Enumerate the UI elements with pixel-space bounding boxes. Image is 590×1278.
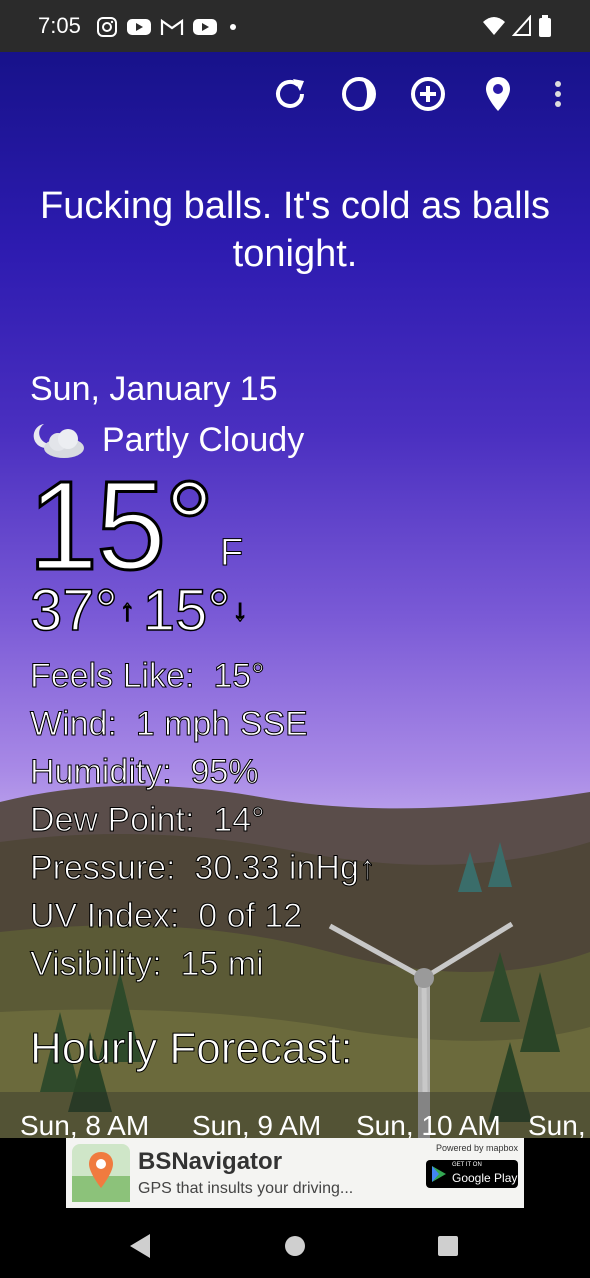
hour-item[interactable]: Sun, 9 AM xyxy=(192,1110,321,1138)
home-icon xyxy=(285,1236,305,1256)
detail-label: Pressure: xyxy=(30,849,176,888)
recents-icon xyxy=(438,1236,458,1256)
refresh-icon xyxy=(276,79,304,108)
current-date: Sun, January 15 xyxy=(30,370,278,408)
detail-label: Dew Point: xyxy=(29,801,195,840)
google-play-icon xyxy=(432,1166,446,1182)
google-play-badge[interactable]: GET IT ON Google Play xyxy=(426,1160,518,1188)
navigation-bar xyxy=(0,1212,590,1278)
detail-label: Wind: xyxy=(30,705,118,744)
moon-phase-button[interactable] xyxy=(339,72,379,116)
detail-value: 0 of 12 xyxy=(198,897,303,936)
back-button[interactable] xyxy=(124,1230,156,1262)
low-arrow-icon: ↓ xyxy=(232,593,249,628)
signal-icon xyxy=(512,15,531,36)
system-icons xyxy=(482,14,552,38)
recents-button[interactable] xyxy=(432,1230,464,1262)
detail-label: Humidity: xyxy=(30,753,173,792)
detail-value: 95% xyxy=(190,753,259,792)
high-low: 37° ↑ 15° ↓ xyxy=(29,578,255,643)
hour-item[interactable]: Sun, 10 AM xyxy=(356,1110,501,1138)
hourly-forecast-strip[interactable]: Sun, 8 AM Sun, 9 AM Sun, 10 AM Sun, xyxy=(0,1092,590,1138)
hour-item[interactable]: Sun, xyxy=(528,1110,586,1138)
ad-banner[interactable]: BSNavigator GPS that insults your drivin… xyxy=(66,1138,524,1208)
youtube-icon xyxy=(193,19,217,35)
ad-subtitle: GPS that insults your driving... xyxy=(138,1180,354,1197)
condition-text: Partly Cloudy xyxy=(102,420,305,459)
visibility-row: Visibility: 15 mi xyxy=(30,944,265,984)
youtube-icon xyxy=(127,19,151,35)
humidity-row: Humidity: 95% xyxy=(30,752,260,792)
map-pin-icon xyxy=(72,1144,130,1202)
home-button[interactable] xyxy=(279,1230,311,1262)
status-time: 7:05 xyxy=(38,13,81,38)
detail-label: Feels Like: xyxy=(29,657,195,696)
feels-like-row: Feels Like: 15° xyxy=(29,656,265,696)
add-location-icon xyxy=(411,77,445,111)
dot-icon xyxy=(230,24,236,30)
current-temperature: 15° xyxy=(27,455,217,596)
dew-point-row: Dew Point: 14° xyxy=(29,800,265,840)
status-bar: 7:05 xyxy=(0,0,590,52)
partly-cloudy-night-icon xyxy=(33,424,84,458)
moon-phase-icon xyxy=(342,77,376,111)
more-vert-icon xyxy=(555,81,561,107)
battery-icon xyxy=(539,15,551,37)
detail-label: Visibility: xyxy=(30,945,163,984)
weather-quip: Fucking balls. It's cold as balls tonigh… xyxy=(40,185,550,275)
add-location-button[interactable] xyxy=(408,72,448,116)
hourly-forecast-title: Hourly Forecast: xyxy=(30,1024,354,1074)
detail-value: 14° xyxy=(213,801,265,840)
temperature-unit: F xyxy=(219,532,244,575)
uv-index-row: UV Index: 0 of 12 xyxy=(29,896,303,936)
high-arrow-icon: ↑ xyxy=(119,593,136,628)
pressure-row: Pressure: 30.33 inHg↑ xyxy=(30,848,377,888)
store-name-label: Google Play xyxy=(452,1171,518,1185)
wifi-icon xyxy=(483,17,505,35)
detail-label: UV Index: xyxy=(29,897,180,936)
notification-icons xyxy=(96,16,240,38)
high-temp: 37° xyxy=(29,578,118,643)
location-pin-icon xyxy=(486,77,510,111)
wind-row: Wind: 1 mph SSE xyxy=(30,704,309,744)
store-top-label: GET IT ON xyxy=(452,1162,482,1168)
refresh-button[interactable] xyxy=(270,72,310,116)
location-button[interactable] xyxy=(478,72,518,116)
low-temp: 15° xyxy=(142,578,231,643)
instagram-icon xyxy=(97,17,117,37)
ad-title: BSNavigator xyxy=(138,1148,283,1175)
detail-value: 1 mph SSE xyxy=(135,705,308,744)
hour-item[interactable]: Sun, 8 AM xyxy=(20,1110,149,1138)
detail-value: 15 mi xyxy=(180,945,264,984)
gmail-icon xyxy=(160,18,184,35)
overflow-menu-button[interactable] xyxy=(538,72,578,116)
detail-value: 15° xyxy=(213,657,265,696)
detail-value: 30.33 inHg↑ xyxy=(194,849,376,888)
mapbox-attribution: Powered by mapbox xyxy=(435,1143,518,1153)
back-icon xyxy=(130,1234,150,1258)
